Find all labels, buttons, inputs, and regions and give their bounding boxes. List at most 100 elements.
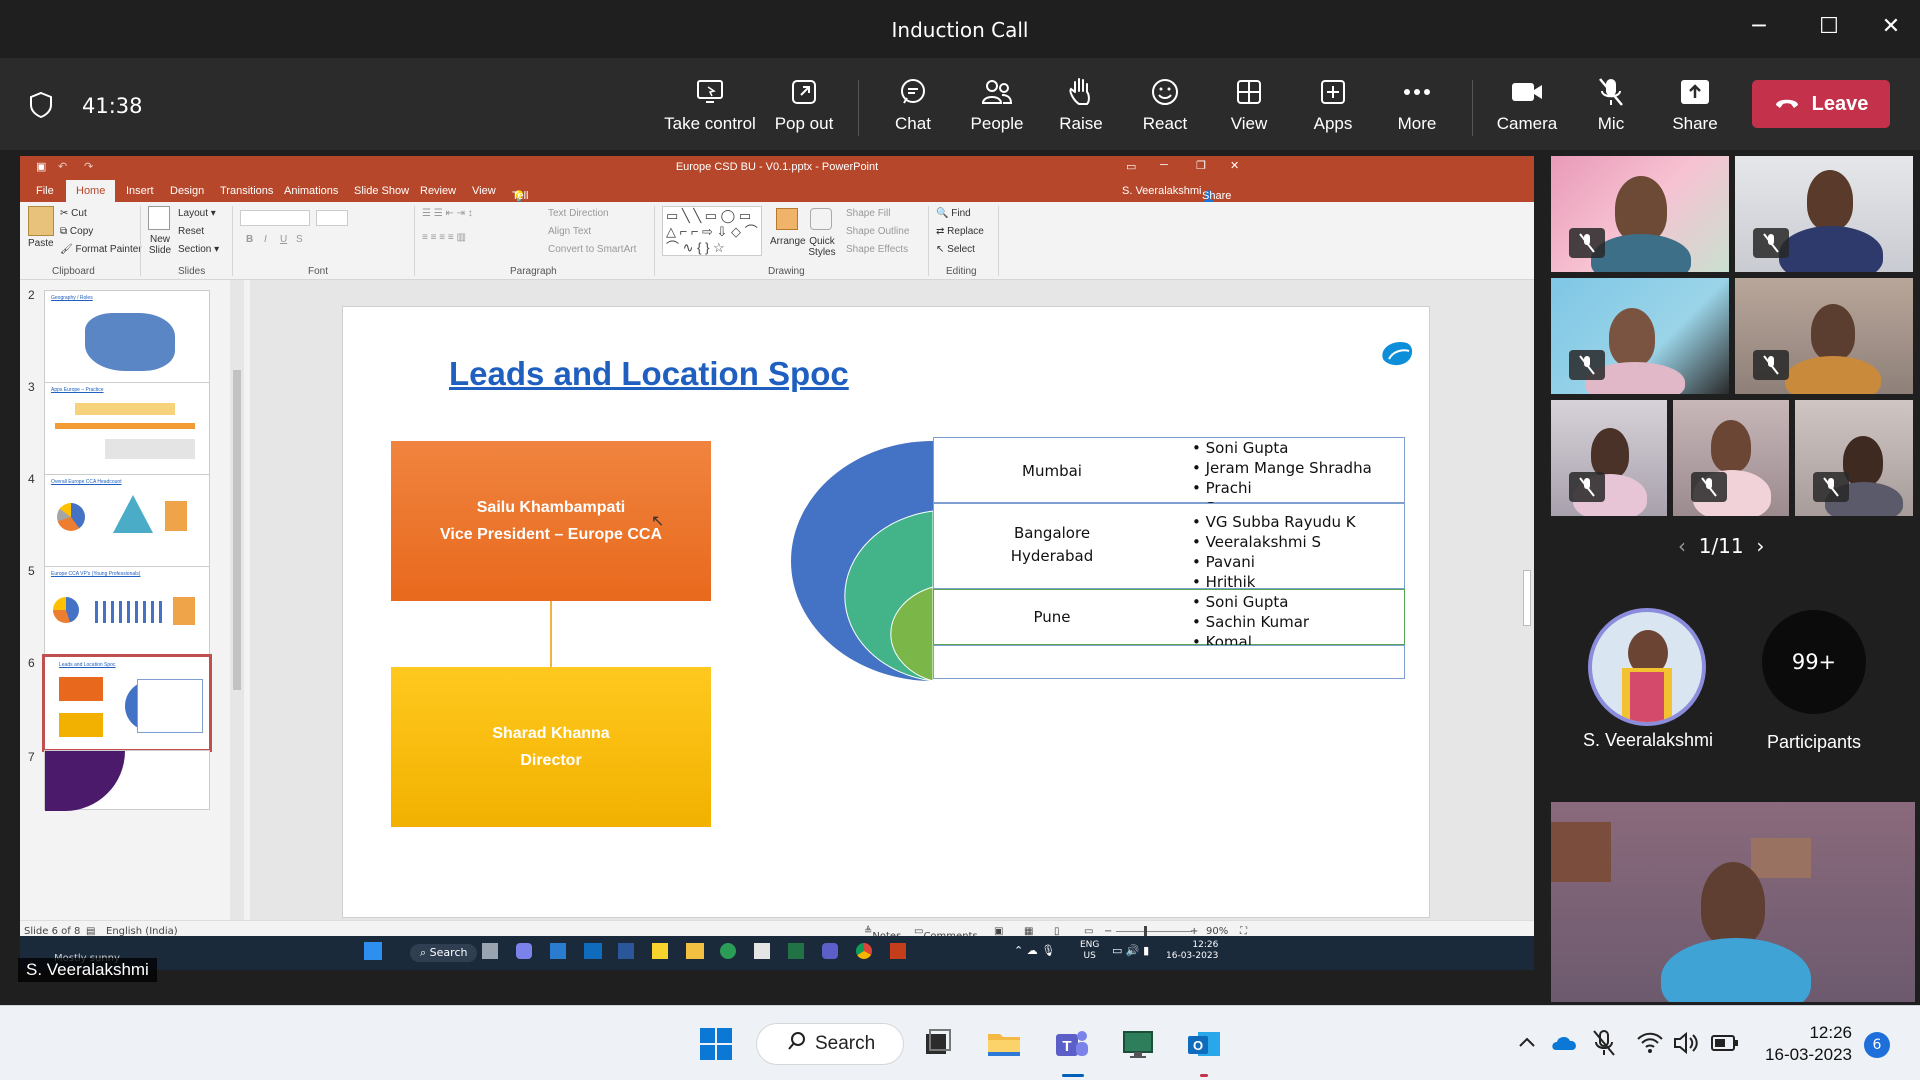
shadow-button[interactable]: S: [296, 234, 303, 245]
align-text-button[interactable]: Align Text: [548, 226, 591, 237]
participants-button[interactable]: 99+: [1762, 610, 1866, 714]
arrange-icon[interactable]: [776, 208, 798, 230]
italic-button[interactable]: I: [264, 234, 267, 245]
view-button[interactable]: View: [1201, 72, 1297, 144]
slide-thumbnail-2[interactable]: Geography / Roles: [44, 290, 210, 384]
location-row-bangalore-hyderabad[interactable]: Bangalore Hyderabad • VG Subba Rayudu K …: [933, 503, 1405, 591]
slide-thumbnail-5[interactable]: Europe CCA VP's (Young Professionals): [44, 566, 210, 660]
replace-button[interactable]: ⇄ Replace: [936, 226, 984, 237]
windows-start-icon[interactable]: [698, 1026, 734, 1062]
ppt-close-button[interactable]: ✕: [1230, 159, 1239, 172]
participant-video-tile[interactable]: [1735, 278, 1913, 394]
wifi-icon[interactable]: [1636, 1030, 1664, 1056]
participant-video-tile[interactable]: [1551, 156, 1729, 272]
apps-button[interactable]: Apps: [1285, 72, 1381, 144]
participant-video-tile[interactable]: [1735, 156, 1913, 272]
slide-thumbnail-7[interactable]: [44, 750, 210, 811]
new-slide-button[interactable]: New Slide: [146, 234, 174, 256]
location-row-mumbai[interactable]: Mumbai • Soni Gupta • Jeram Mange Shradh…: [933, 437, 1405, 517]
volume-icon[interactable]: [1672, 1030, 1700, 1056]
format-painter-button[interactable]: 🖌 Format Painter: [60, 244, 142, 255]
ppt-user-name[interactable]: S. Veeralakshmi: [1122, 185, 1201, 197]
teams-icon[interactable]: T: [1054, 1026, 1090, 1062]
bullets-button[interactable]: ☰ ☰ ⇤ ⇥ ↕: [422, 208, 473, 219]
layout-button[interactable]: Layout ▾: [178, 208, 216, 219]
ppt-restore-button[interactable]: ❐: [1196, 159, 1206, 172]
avatar[interactable]: [1588, 608, 1706, 726]
chat-button[interactable]: Chat: [865, 72, 961, 144]
outlook-icon[interactable]: O: [1186, 1026, 1222, 1062]
slide-thumbnail-6[interactable]: Leads and Location Spoc: [42, 654, 212, 752]
location-row-empty[interactable]: [933, 645, 1405, 679]
participant-video-tile[interactable]: [1551, 278, 1729, 394]
close-button[interactable]: ✕: [1876, 14, 1906, 44]
slide-canvas[interactable]: Leads and Location Spoc Sailu Khambampat…: [342, 306, 1430, 918]
slide-scroll-thumb[interactable]: [1523, 570, 1531, 626]
tab-slide-show[interactable]: Slide Show: [354, 185, 409, 197]
show-hidden-icons-chevron-icon[interactable]: [1514, 1030, 1540, 1056]
leave-button[interactable]: Leave: [1752, 80, 1890, 128]
mic-muted-icon[interactable]: [1590, 1028, 1618, 1058]
thumbnail-scrollbar[interactable]: [230, 280, 244, 920]
task-view-icon[interactable]: [920, 1026, 956, 1062]
tab-design[interactable]: Design: [170, 185, 204, 197]
file-explorer-icon[interactable]: [986, 1026, 1022, 1062]
taskbar-search[interactable]: Search: [756, 1023, 904, 1065]
tab-animations[interactable]: Animations: [284, 185, 338, 197]
paste-icon[interactable]: [28, 206, 54, 236]
thumbnail-scroll-thumb[interactable]: [233, 370, 241, 690]
org-box-director[interactable]: Sharad Khanna Director: [391, 667, 711, 827]
camera-button[interactable]: Camera: [1479, 72, 1575, 144]
convert-smartart-button[interactable]: Convert to SmartArt: [548, 244, 636, 255]
react-button[interactable]: React: [1117, 72, 1213, 144]
take-control-button[interactable]: Take control: [662, 72, 758, 144]
reset-button[interactable]: Reset: [178, 226, 204, 237]
tab-home[interactable]: Home: [66, 180, 116, 202]
shape-outline-button[interactable]: Shape Outline: [846, 226, 909, 237]
participant-video-tile[interactable]: [1795, 400, 1913, 516]
bold-button[interactable]: B: [246, 234, 253, 245]
tab-review[interactable]: Review: [420, 185, 456, 197]
paste-button[interactable]: Paste: [28, 238, 54, 249]
raise-hand-button[interactable]: Raise: [1033, 72, 1129, 144]
next-page-button[interactable]: ›: [1756, 534, 1764, 558]
tab-insert[interactable]: Insert: [126, 185, 154, 197]
ppt-minimize-button[interactable]: ─: [1160, 159, 1168, 171]
font-name-field[interactable]: [240, 210, 310, 226]
zoom-slider-thumb[interactable]: [1144, 926, 1147, 936]
pop-out-button[interactable]: Pop out: [756, 72, 852, 144]
underline-button[interactable]: U: [280, 234, 287, 245]
location-row-pune[interactable]: Pune • Soni Gupta • Sachin Kumar • Komal: [933, 589, 1405, 651]
participant-video-tile[interactable]: [1673, 400, 1789, 516]
copy-button[interactable]: ⧉ Copy: [60, 226, 93, 237]
select-button[interactable]: ↖ Select: [936, 244, 975, 255]
slide-thumbnail-4[interactable]: Overall Europe CCA Headcount: [44, 474, 210, 568]
shape-effects-button[interactable]: Shape Effects: [846, 244, 908, 255]
self-video-tile[interactable]: [1551, 802, 1915, 1002]
shapes-gallery[interactable]: ▭ ╲ ╲ ▭ ◯ ▭ △ ⌐ ⌐ ⇨ ⇩ ◇ ⌒ ⌒ ∿ { } ☆: [662, 206, 762, 256]
slide-thumbnail-3[interactable]: Apps Europe – Practice: [44, 382, 210, 476]
maximize-button[interactable]: ☐: [1814, 14, 1844, 44]
tab-file[interactable]: File: [36, 185, 54, 197]
slide-scrollbar[interactable]: [1520, 280, 1534, 920]
more-button[interactable]: More: [1369, 72, 1465, 144]
text-direction-button[interactable]: Text Direction: [548, 208, 609, 219]
arrange-button[interactable]: Arrange: [770, 236, 806, 247]
new-slide-icon[interactable]: [148, 206, 170, 230]
notification-badge[interactable]: 6: [1864, 1032, 1890, 1058]
previous-page-button[interactable]: ‹: [1678, 534, 1686, 558]
cut-button[interactable]: ✂ Cut: [60, 208, 87, 219]
battery-icon[interactable]: [1710, 1032, 1740, 1054]
tab-view[interactable]: View: [472, 185, 496, 197]
align-buttons[interactable]: ≡ ≡ ≡ ≡ ▥: [422, 232, 466, 243]
share-button[interactable]: Share: [1647, 72, 1743, 144]
system-clock[interactable]: 12:26 16-03-2023: [1752, 1022, 1852, 1066]
onedrive-cloud-icon[interactable]: [1550, 1030, 1580, 1056]
remote-desktop-icon[interactable]: [1120, 1026, 1156, 1062]
minimize-button[interactable]: ─: [1744, 14, 1774, 44]
section-button[interactable]: Section ▾: [178, 244, 219, 255]
quick-styles-button[interactable]: Quick Styles: [804, 236, 840, 258]
participant-video-tile[interactable]: [1551, 400, 1667, 516]
people-button[interactable]: People: [949, 72, 1045, 144]
font-size-field[interactable]: [316, 210, 348, 226]
